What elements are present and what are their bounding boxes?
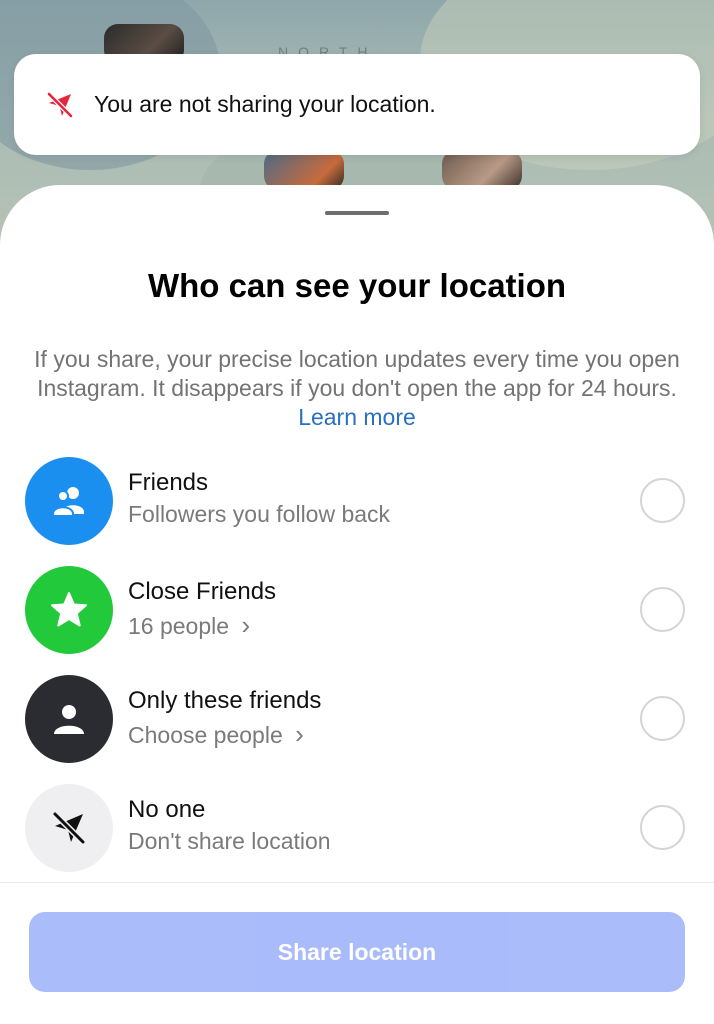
option-subtitle: Choose people › (128, 719, 304, 750)
option-title: Close Friends (128, 578, 277, 605)
option-subtitle: Don't share location (128, 828, 331, 854)
sheet-title: Who can see your location (147, 267, 567, 304)
chevron-right-icon: › (241, 610, 251, 640)
option-title: No one (128, 796, 206, 823)
option-title: Friends (128, 469, 209, 496)
share-location-button[interactable]: Share location (29, 912, 685, 992)
option-subtitle: Followers you follow back (128, 501, 391, 527)
location-off-icon (25, 784, 113, 872)
radio-button[interactable] (640, 805, 685, 850)
divider (0, 882, 714, 883)
option-subtitle: 16 people › (128, 610, 250, 641)
radio-button[interactable] (640, 696, 685, 741)
option-friends[interactable]: Friends Followers you follow back (0, 457, 714, 557)
close-friends-count: 16 people (128, 613, 230, 639)
learn-more-link[interactable]: Learn more (298, 404, 416, 430)
radio-button[interactable] (640, 587, 685, 632)
banner-text: You are not sharing your location. (94, 91, 436, 117)
location-off-icon (46, 91, 74, 118)
choose-people-text: Choose people (128, 722, 283, 748)
map-photo-thumbnail[interactable] (264, 150, 344, 190)
person-icon (25, 675, 113, 763)
option-no-one[interactable]: No one Don't share location (0, 784, 714, 884)
chevron-right-icon: › (295, 719, 304, 749)
option-only-these-friends[interactable]: Only these friends Choose people › (0, 675, 714, 775)
radio-button[interactable] (640, 478, 685, 523)
location-status-banner: You are not sharing your location. (14, 54, 700, 155)
map-photo-thumbnail[interactable] (442, 150, 522, 190)
option-close-friends[interactable]: Close Friends 16 people › (0, 566, 714, 666)
friends-icon (25, 457, 113, 545)
description-text: If you share, your precise location upda… (34, 346, 680, 401)
sheet-grabber[interactable] (325, 211, 389, 215)
location-sharing-sheet: Who can see your location If you share, … (0, 185, 714, 1024)
sheet-description: If you share, your precise location upda… (26, 345, 688, 432)
option-title: Only these friends (128, 687, 322, 714)
star-icon (25, 566, 113, 654)
